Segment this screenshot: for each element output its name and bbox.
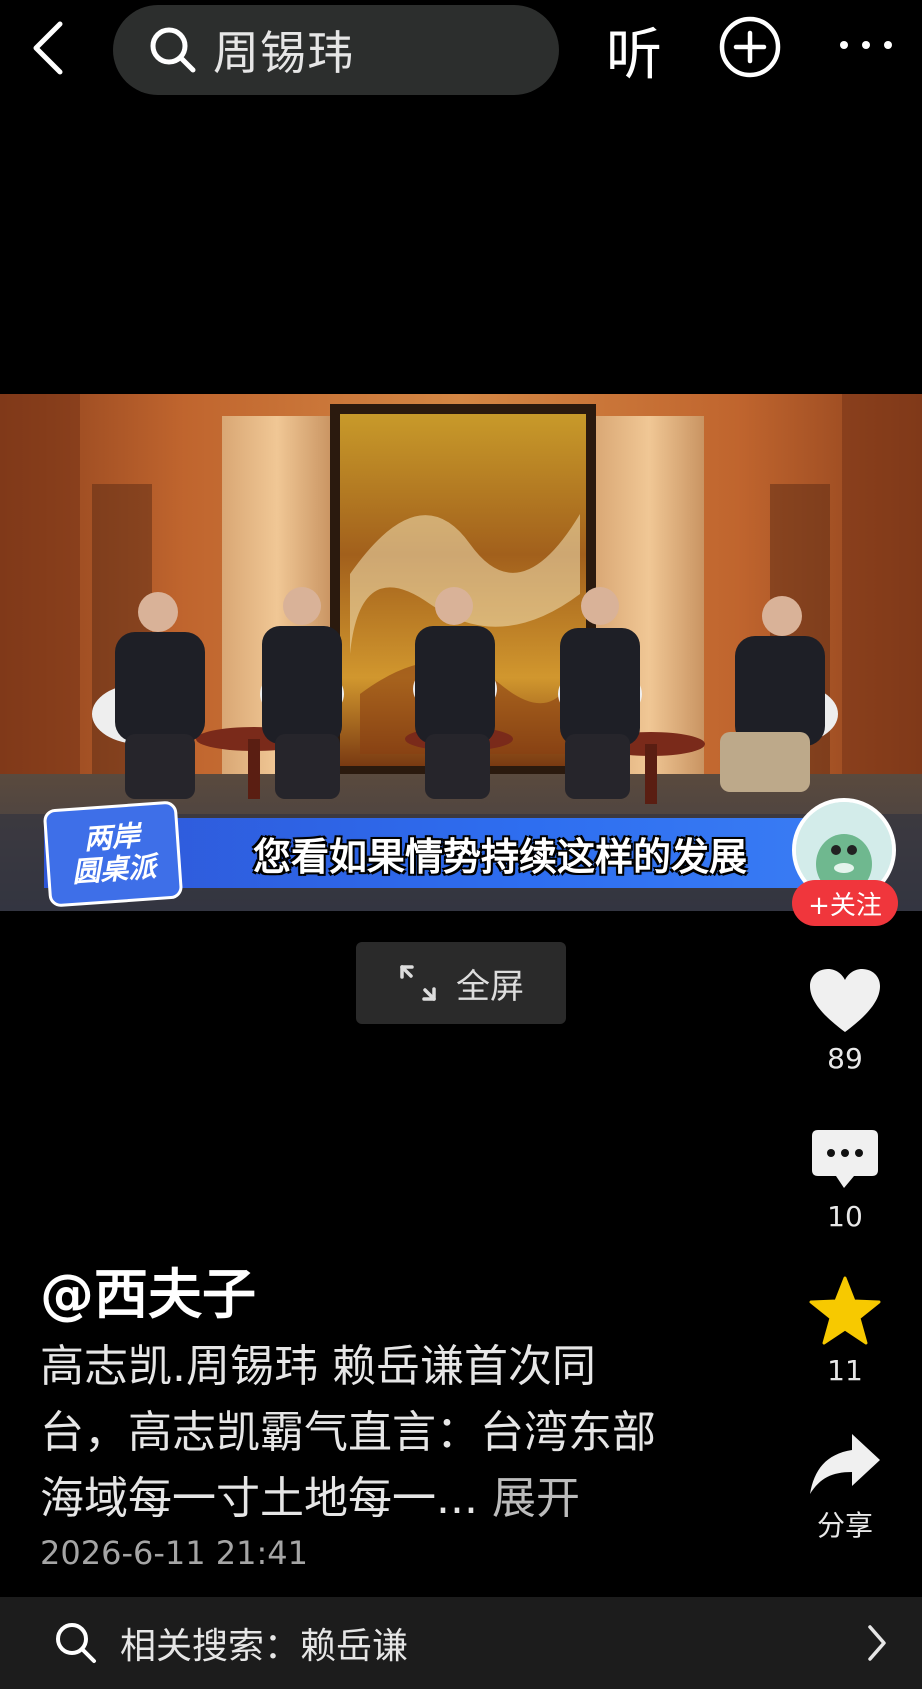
expand-icon: [400, 965, 436, 1001]
search-icon: [56, 1623, 96, 1663]
share-label: 分享: [816, 1509, 873, 1542]
chevron-right-icon: [868, 1625, 886, 1661]
show-logo-line2: 圆桌派: [71, 850, 158, 889]
post-description: 高志凯.周锡玮 赖岳谦首次同台，高志凯霸气直言：台湾东部海域每一寸土地每一...…: [40, 1334, 680, 1532]
search-bar[interactable]: 周锡玮: [113, 5, 559, 95]
fullscreen-button[interactable]: 全屏: [356, 942, 566, 1024]
share-arrow-icon: [810, 1434, 880, 1494]
favorite-button[interactable]: 11: [800, 1276, 890, 1387]
post-date: 2026-6-11 21:41: [40, 1534, 308, 1572]
like-button[interactable]: 89: [800, 968, 890, 1075]
search-icon: [150, 27, 196, 73]
comment-button[interactable]: 10: [800, 1128, 890, 1233]
related-search-label: 相关搜索：赖岳谦: [120, 1626, 409, 1667]
more-button[interactable]: [836, 30, 896, 60]
related-search-bar[interactable]: 相关搜索：赖岳谦: [0, 1597, 922, 1689]
back-button[interactable]: [28, 18, 68, 78]
add-button[interactable]: [718, 15, 782, 79]
like-count: 89: [827, 1042, 863, 1075]
favorite-count: 11: [827, 1354, 863, 1387]
expand-link[interactable]: 展开: [492, 1473, 580, 1524]
share-button[interactable]: 分享: [800, 1432, 890, 1544]
heart-icon: [810, 969, 880, 1032]
show-logo: 两岸 圆桌派: [42, 800, 184, 908]
star-icon: [809, 1276, 881, 1345]
plus-circle-icon: [719, 16, 781, 78]
author-name[interactable]: @西夫子: [40, 1250, 256, 1329]
fullscreen-label: 全屏: [456, 966, 524, 1007]
comment-count: 10: [827, 1200, 863, 1233]
video-subtitle: 您看如果情势持续这样的发展: [252, 835, 747, 879]
search-query: 周锡玮: [213, 26, 354, 80]
listen-button[interactable]: 听: [606, 10, 662, 91]
follow-button[interactable]: +关注: [792, 880, 898, 926]
more-dots-icon: [840, 41, 892, 49]
comment-bubble-icon: [812, 1130, 878, 1188]
chevron-left-icon: [33, 21, 63, 75]
